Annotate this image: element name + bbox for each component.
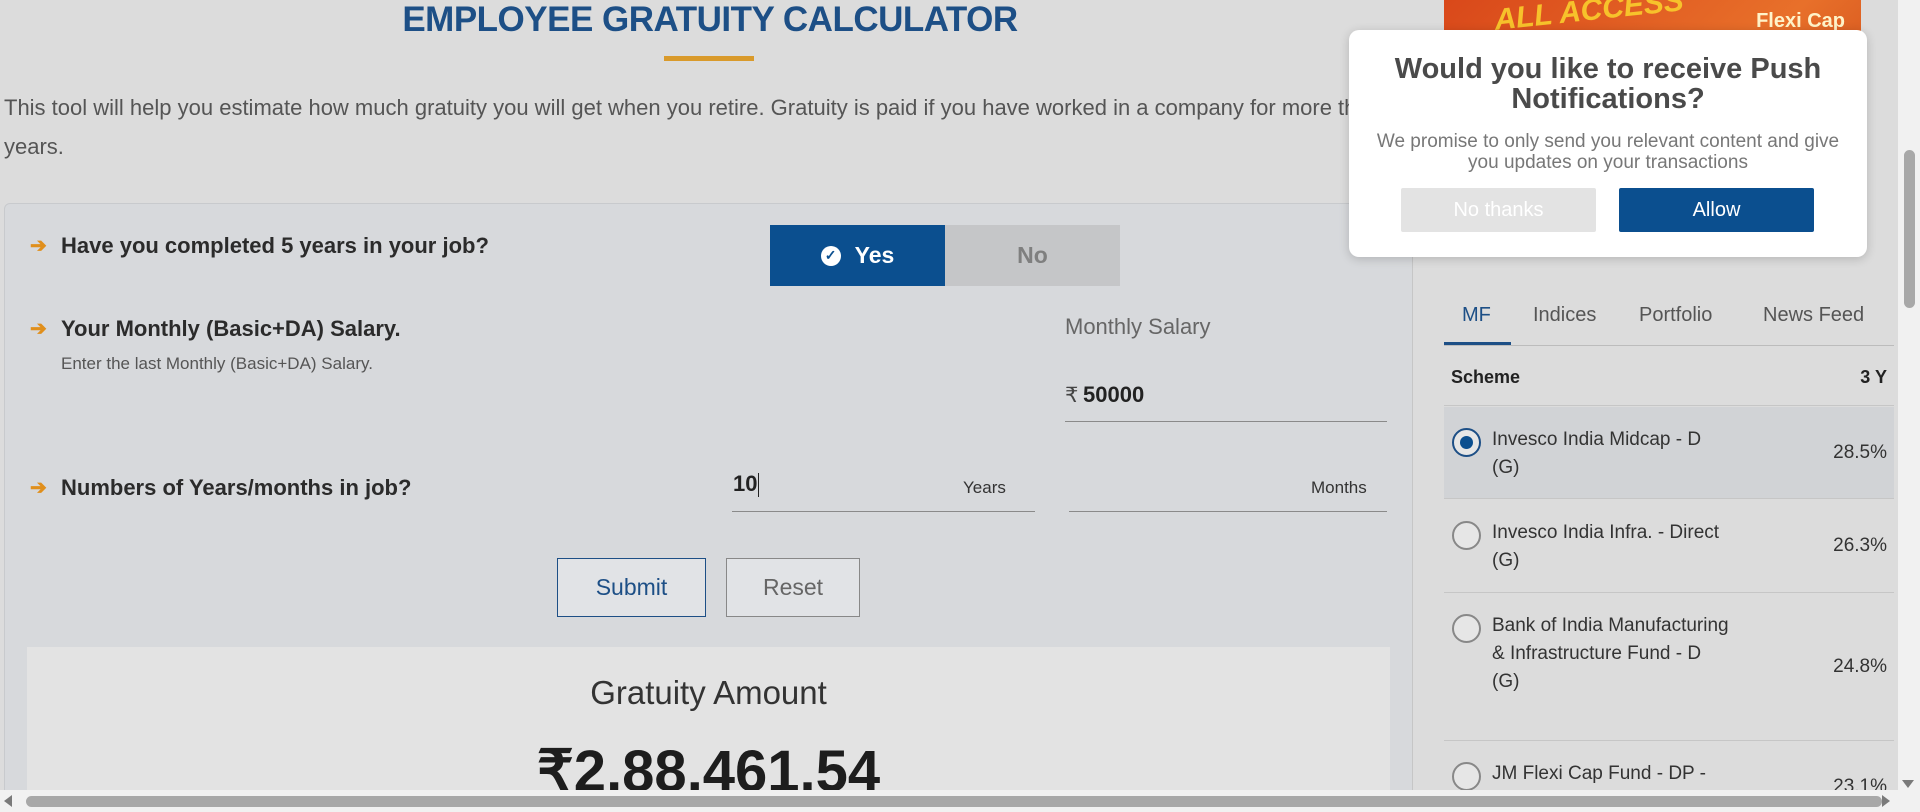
scroll-right-icon[interactable] — [1882, 795, 1890, 807]
fund-table-header: Scheme 3 Y — [1444, 350, 1894, 406]
tab-indices[interactable]: Indices — [1533, 304, 1596, 327]
title-underline — [664, 56, 754, 61]
submit-button[interactable]: Submit — [557, 558, 706, 617]
active-tab-indicator — [1444, 342, 1511, 345]
years-input-underline — [732, 511, 1035, 512]
question-five-years: Have you completed 5 years in your job? — [61, 233, 489, 258]
reset-label: Reset — [762, 574, 824, 600]
push-message: We promise to only send you relevant con… — [1376, 131, 1840, 173]
no-thanks-button[interactable]: No thanks — [1401, 188, 1596, 232]
horizontal-scrollbar[interactable] — [0, 790, 1920, 812]
years-unit: Years — [963, 478, 1006, 497]
years-input[interactable]: 10 — [733, 471, 760, 498]
radio-unselected[interactable] — [1452, 762, 1481, 790]
fund-name: Bank of India Manufacturing & Infrastruc… — [1492, 615, 1729, 692]
years-value: 10 — [733, 471, 758, 496]
fund-return: 26.3% — [1833, 535, 1887, 556]
no-thanks-label: No thanks — [1453, 198, 1544, 221]
radio-unselected[interactable] — [1452, 614, 1481, 643]
header-scheme: Scheme — [1451, 367, 1521, 387]
arrow-icon: ➔ — [30, 318, 47, 340]
fund-row[interactable]: Invesco India Midcap - D (G) 28.5% — [1444, 407, 1894, 499]
push-title: Would you like to receive Push Notificat… — [1394, 53, 1822, 115]
vertical-scrollbar[interactable] — [1898, 0, 1920, 790]
radio-selected[interactable] — [1452, 428, 1481, 457]
tab-news-feed[interactable]: News Feed — [1763, 304, 1864, 327]
radio-unselected[interactable] — [1452, 521, 1481, 550]
horizontal-scroll-thumb[interactable] — [26, 796, 1882, 807]
push-notification-dialog: Would you like to receive Push Notificat… — [1349, 30, 1867, 257]
fund-row[interactable]: Bank of India Manufacturing & Infrastruc… — [1444, 594, 1894, 741]
yes-button[interactable]: ✓ Yes — [770, 225, 945, 286]
reset-button[interactable]: Reset — [726, 558, 860, 617]
fund-row[interactable]: Invesco India Infra. - Direct (G) 26.3% — [1444, 500, 1894, 593]
yes-label: Yes — [854, 242, 895, 268]
submit-label: Submit — [595, 574, 668, 600]
tab-mf[interactable]: MF — [1462, 304, 1491, 327]
sidebar-divider — [1412, 200, 1413, 790]
question-salary: Your Monthly (Basic+DA) Salary. — [61, 316, 401, 341]
salary-input[interactable]: 50000 — [1083, 382, 1144, 408]
check-icon: ✓ — [820, 245, 841, 266]
fund-return: 24.8% — [1833, 656, 1887, 677]
market-tabs: MF Indices Portfolio News Feed — [1444, 298, 1894, 346]
page-title: EMPLOYEE GRATUITY CALCULATOR — [402, 0, 1018, 39]
months-input-underline — [1069, 511, 1387, 512]
arrow-icon: ➔ — [30, 235, 47, 257]
allow-label: Allow — [1692, 198, 1741, 221]
fund-return: 28.5% — [1833, 442, 1887, 463]
salary-hint: Enter the last Monthly (Basic+DA) Salary… — [61, 354, 373, 373]
no-label: No — [1017, 242, 1048, 268]
allow-button[interactable]: Allow — [1619, 188, 1814, 232]
tab-portfolio[interactable]: Portfolio — [1639, 304, 1712, 327]
vertical-scroll-thumb[interactable] — [1904, 150, 1915, 308]
arrow-icon: ➔ — [30, 477, 47, 499]
fund-name: Invesco India Infra. - Direct (G) — [1492, 522, 1720, 571]
months-unit: Months — [1311, 478, 1367, 497]
intro-text: This tool will help you estimate how muc… — [4, 95, 1400, 159]
scroll-down-icon[interactable] — [1902, 780, 1914, 788]
question-tenure: Numbers of Years/months in job? — [61, 475, 412, 500]
rupee-icon: ₹ — [1065, 384, 1079, 407]
fund-row[interactable]: JM Flexi Cap Fund - DP - 23.1% — [1444, 742, 1894, 790]
header-3y: 3 Y — [1860, 367, 1887, 387]
fund-return: 23.1% — [1833, 776, 1887, 790]
result-panel: Gratuity Amount ₹2,88,461.54 — [27, 647, 1390, 790]
gratuity-amount: ₹2,88,461.54 — [536, 739, 881, 790]
main-content: EMPLOYEE GRATUITY CALCULATOR This tool w… — [0, 0, 1412, 790]
salary-input-underline — [1065, 421, 1387, 422]
scroll-left-icon[interactable] — [4, 795, 12, 807]
text-caret — [758, 473, 760, 498]
fund-name: JM Flexi Cap Fund - DP - — [1492, 763, 1706, 784]
result-title: Gratuity Amount — [590, 674, 827, 711]
no-button[interactable]: No — [945, 225, 1120, 286]
salary-caption: Monthly Salary — [1065, 314, 1211, 339]
fund-name: Invesco India Midcap - D (G) — [1492, 429, 1702, 478]
